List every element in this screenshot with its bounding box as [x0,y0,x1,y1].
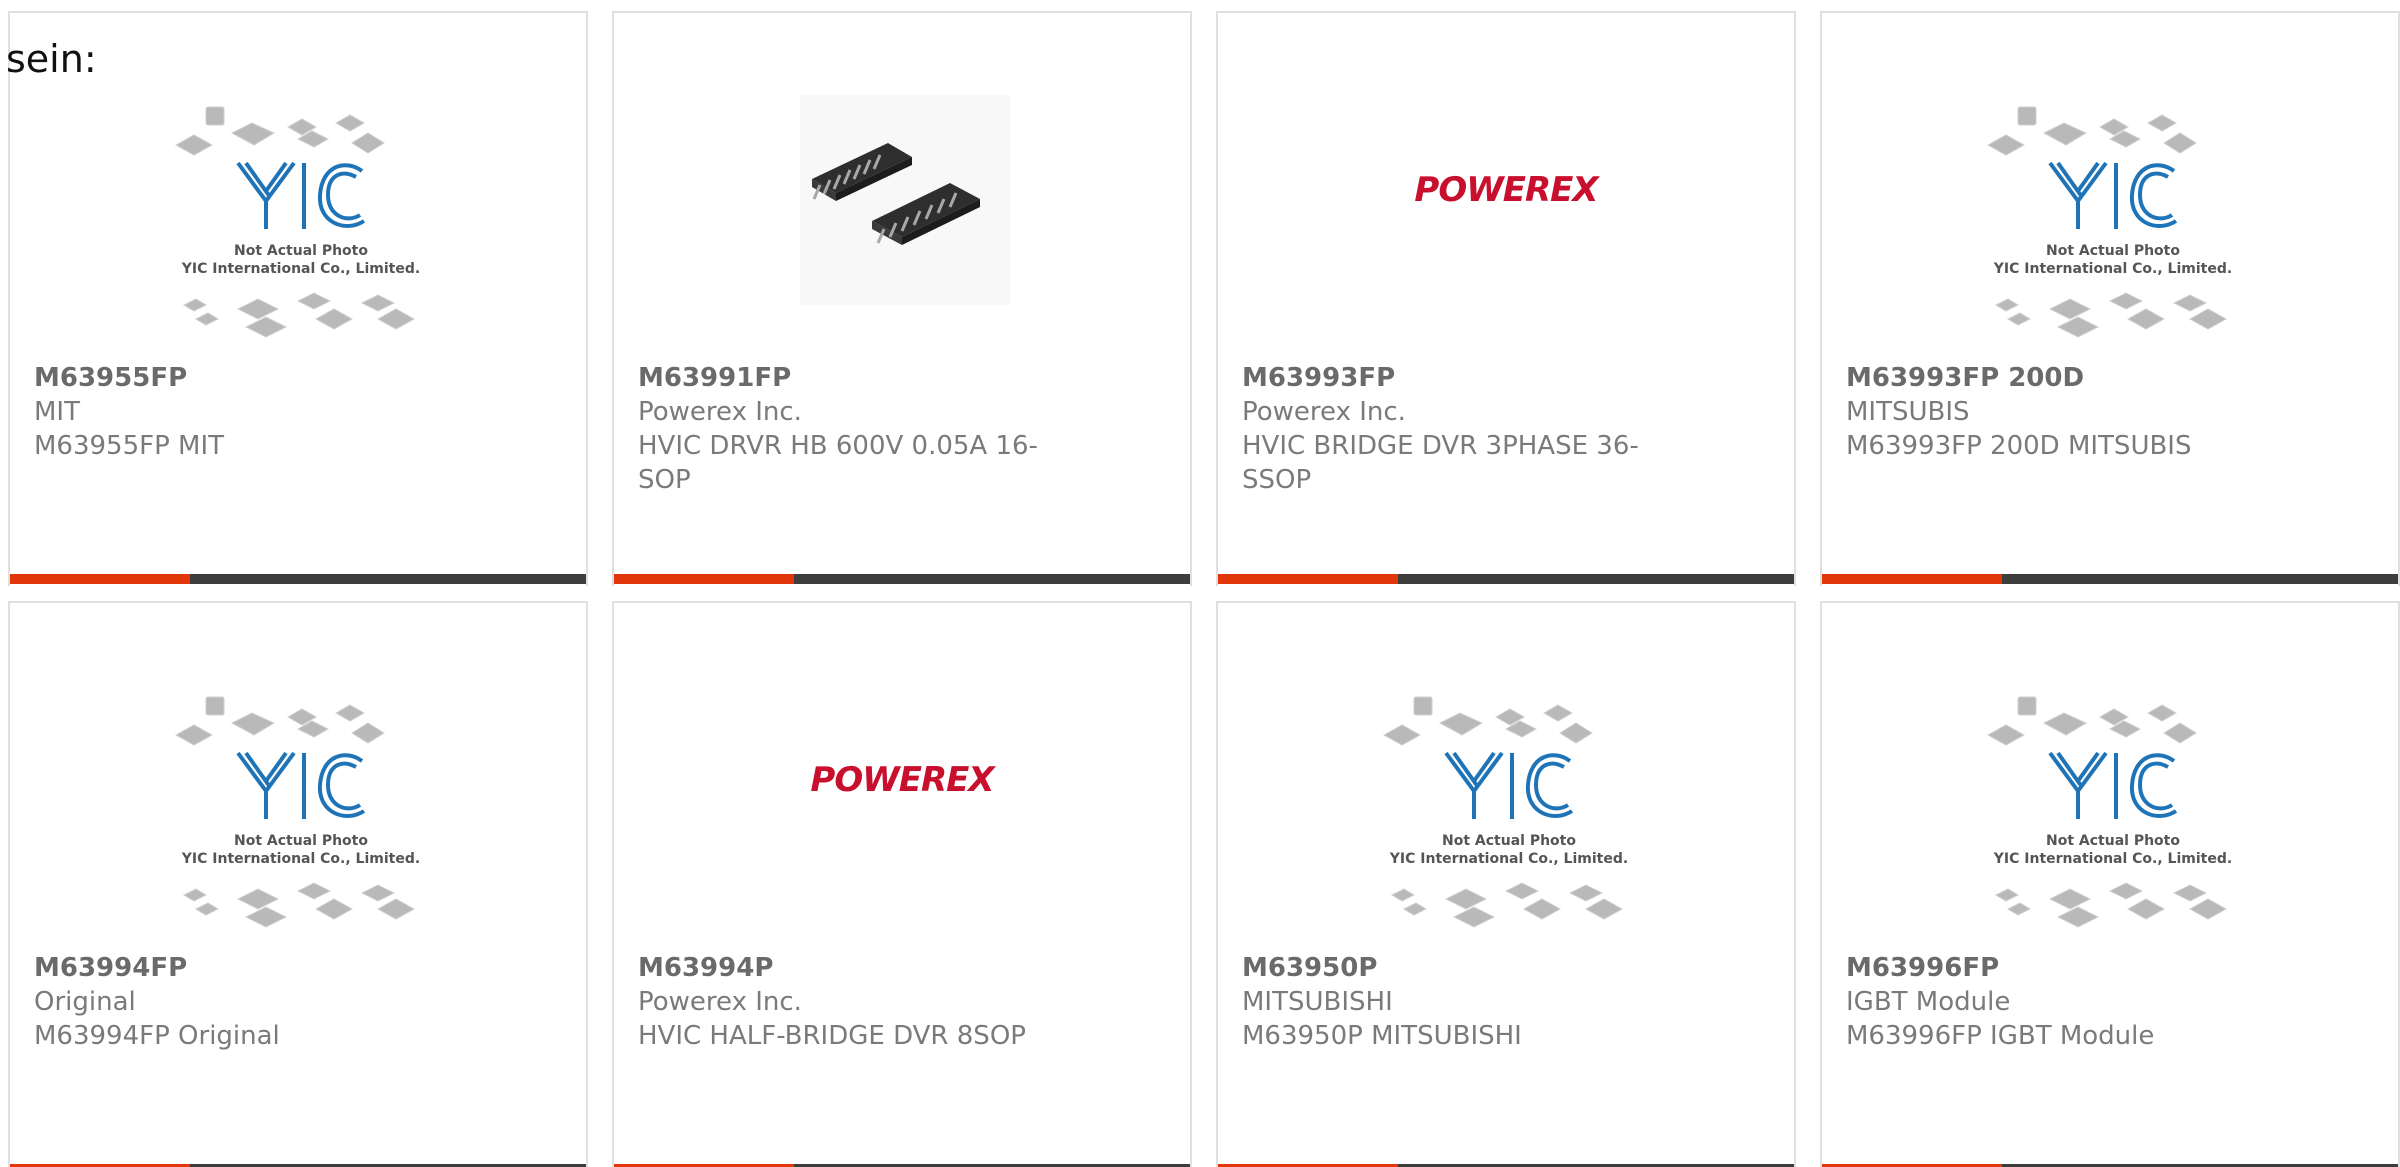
powerex-logo-image: POWEREX [810,760,997,800]
card-footer-bar [1218,574,1794,584]
yic-placeholder-image: Not Actual Photo YIC International Co., … [1986,106,2232,338]
product-manufacturer: Powerex Inc. [638,987,802,1017]
product-card[interactable]: Not Actual Photo YIC International Co., … [1216,601,1796,1167]
product-info: M63996FP IGBT Module M63996FP IGBT Module [1846,951,2256,1053]
product-card[interactable]: POWEREX M63994P Powerex Inc. HVIC HALF-BRI… [612,601,1192,1167]
product-manufacturer: Powerex Inc. [638,397,802,427]
product-part-number[interactable]: M63994FP [34,951,444,985]
product-info: M63993FP Powerex Inc. HVIC BRIDGE DVR 3PHA… [1242,361,1652,497]
card-footer-accent [10,574,190,584]
product-thumbnail[interactable]: Not Actual Photo YIC International Co., … [1822,95,2398,355]
product-info: M63991FP Powerex Inc. HVIC DRVR HB 600V 0.… [638,361,1048,497]
placeholder-line2: YIC International Co., Limited. [1389,851,1628,867]
product-thumbnail[interactable]: POWEREX [614,685,1190,945]
yic-placeholder-image: Not Actual Photo YIC International Co., … [1382,696,1628,928]
product-manufacturer: MITSUBIS [1846,397,1970,427]
placeholder-line1: Not Actual Photo [2046,243,2180,259]
product-manufacturer: MIT [34,397,80,427]
product-card[interactable]: M63991FP Powerex Inc. HVIC DRVR HB 600V 0.… [612,11,1192,586]
product-thumbnail[interactable]: Not Actual Photo YIC International Co., … [10,685,586,945]
ic-package-image [800,95,1010,305]
card-footer-accent [1218,574,1398,584]
yic-placeholder-image: Not Actual Photo YIC International Co., … [174,106,420,338]
product-thumbnail[interactable]: POWEREX [1218,95,1794,355]
product-part-number[interactable]: M63955FP [34,361,444,395]
product-thumbnail[interactable] [614,95,1190,355]
product-grid-page: sein: Not Actual Photo YIC International… [0,0,2400,1167]
product-info: M63955FP MIT M63955FP MIT [34,361,444,463]
product-thumbnail[interactable]: Not Actual Photo YIC International Co., … [10,95,586,355]
card-footer-bar [614,574,1190,584]
card-footer-accent [614,574,794,584]
powerex-logo-image: POWEREX [1414,170,1601,210]
product-manufacturer: Powerex Inc. [1242,397,1406,427]
product-description: HVIC HALF-BRIDGE DVR 8SOP [638,1021,1026,1051]
powerex-logo-text: POWEREX [810,760,996,800]
product-info: M63993FP 200D MITSUBIS M63993FP 200D MITSU… [1846,361,2256,463]
product-card[interactable]: Not Actual Photo YIC International Co., … [8,11,588,586]
placeholder-line1: Not Actual Photo [234,243,368,259]
product-part-number[interactable]: M63993FP [1242,361,1652,395]
product-card[interactable]: Not Actual Photo YIC International Co., … [1820,11,2400,586]
product-manufacturer: IGBT Module [1846,987,2011,1017]
product-card[interactable]: Not Actual Photo YIC International Co., … [8,601,588,1167]
product-description: HVIC DRVR HB 600V 0.05A 16-SOP [638,431,1038,495]
product-manufacturer: Original [34,987,136,1017]
product-description: M63996FP IGBT Module [1846,1021,2155,1051]
card-footer-bar [1822,574,2398,584]
card-footer-accent [1822,574,2002,584]
product-part-number[interactable]: M63950P [1242,951,1652,985]
placeholder-line2: YIC International Co., Limited. [181,261,420,277]
placeholder-line2: YIC International Co., Limited. [1993,851,2232,867]
product-description: M63994FP Original [34,1021,280,1051]
product-thumbnail[interactable]: Not Actual Photo YIC International Co., … [1218,685,1794,945]
product-card[interactable]: POWEREX M63993FP Powerex Inc. HVIC BRIDGE … [1216,11,1796,586]
product-description: HVIC BRIDGE DVR 3PHASE 36-SSOP [1242,431,1639,495]
product-info: M63994P Powerex Inc. HVIC HALF-BRIDGE DVR … [638,951,1048,1053]
powerex-logo-text: POWEREX [1414,170,1600,210]
product-part-number[interactable]: M63994P [638,951,1048,985]
product-card[interactable]: Not Actual Photo YIC International Co., … [1820,601,2400,1167]
product-part-number[interactable]: M63996FP [1846,951,2256,985]
product-manufacturer: MITSUBISHI [1242,987,1393,1017]
placeholder-line2: YIC International Co., Limited. [181,851,420,867]
product-info: M63950P MITSUBISHI M63950P MITSUBISHI [1242,951,1652,1053]
placeholder-line2: YIC International Co., Limited. [1993,261,2232,277]
yic-placeholder-image: Not Actual Photo YIC International Co., … [174,696,420,928]
card-footer-bar [10,574,586,584]
product-part-number[interactable]: M63991FP [638,361,1048,395]
product-grid: Not Actual Photo YIC International Co., … [0,0,2400,1167]
product-description: M63950P MITSUBISHI [1242,1021,1522,1051]
product-part-number[interactable]: M63993FP 200D [1846,361,2256,395]
placeholder-line1: Not Actual Photo [1442,833,1576,849]
placeholder-line1: Not Actual Photo [234,833,368,849]
placeholder-line1: Not Actual Photo [2046,833,2180,849]
product-description: M63993FP 200D MITSUBIS [1846,431,2192,461]
yic-placeholder-image: Not Actual Photo YIC International Co., … [1986,696,2232,928]
intro-text: sein: [6,37,97,81]
product-info: M63994FP Original M63994FP Original [34,951,444,1053]
product-description: M63955FP MIT [34,431,225,461]
product-thumbnail[interactable]: Not Actual Photo YIC International Co., … [1822,685,2398,945]
